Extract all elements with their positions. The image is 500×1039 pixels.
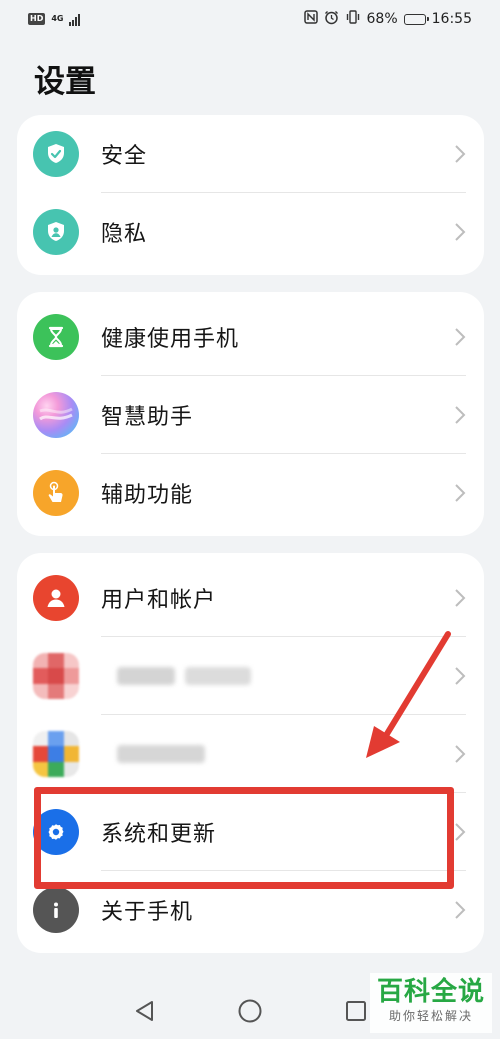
settings-group-features: 健康使用手机 智慧助手 辅助功能	[17, 292, 484, 536]
annotation-arrow-icon	[366, 631, 451, 758]
chevron-right-icon	[455, 901, 466, 919]
blurred-app-icon	[33, 731, 79, 777]
hd-voice-icon: HD	[28, 13, 46, 25]
hourglass-icon	[33, 314, 79, 360]
vibrate-icon	[345, 10, 361, 28]
battery-level-text: 68%	[366, 11, 398, 27]
blurred-app-icon	[33, 653, 79, 699]
settings-item-accessibility[interactable]: 辅助功能	[17, 454, 484, 532]
settings-group-security: 安全 隐私	[17, 115, 484, 275]
settings-item-security[interactable]: 安全	[17, 115, 484, 193]
info-icon	[33, 887, 79, 933]
settings-item-digital-balance[interactable]: 健康使用手机	[17, 298, 484, 376]
battery-icon	[403, 13, 429, 25]
settings-item-users-accounts[interactable]: 用户和帐户	[17, 559, 484, 637]
chevron-right-icon	[455, 328, 466, 346]
recents-icon[interactable]	[345, 1000, 367, 1026]
back-icon[interactable]	[133, 999, 155, 1027]
chevron-right-icon	[455, 823, 466, 841]
home-icon[interactable]	[237, 998, 263, 1028]
settings-item-label: 智慧助手	[101, 405, 194, 430]
shield-check-icon	[33, 131, 79, 177]
watermark-subtitle: 助你轻松解决	[388, 1009, 473, 1023]
nfc-icon	[303, 10, 318, 28]
chevron-right-icon	[455, 589, 466, 607]
settings-item-label: 用户和帐户	[101, 588, 217, 613]
alarm-icon	[324, 10, 339, 29]
settings-item-label: 隐私	[101, 222, 148, 247]
watermark-logo: 百科全说 助你轻松解决	[370, 973, 492, 1033]
settings-item-label: 辅助功能	[101, 483, 194, 508]
network-type-icon: 4G	[51, 14, 64, 23]
chevron-right-icon	[455, 406, 466, 424]
blurred-text	[117, 745, 205, 763]
settings-item-label: 安全	[101, 144, 148, 169]
signal-strength-icon	[69, 13, 81, 26]
settings-item-label: 健康使用手机	[101, 327, 240, 352]
blurred-text	[117, 667, 251, 685]
settings-item-privacy[interactable]: 隐私	[17, 193, 484, 271]
chevron-right-icon	[455, 484, 466, 502]
clock-time: 16:55	[431, 11, 472, 27]
privacy-shield-user-icon	[33, 209, 79, 255]
settings-item-smart-assistant[interactable]: 智慧助手	[17, 376, 484, 454]
page-title: 设置	[34, 64, 96, 100]
touch-hand-icon	[33, 470, 79, 516]
watermark-title: 百科全说	[376, 977, 485, 1007]
settings-item-label: 关于手机	[101, 900, 194, 925]
highlight-annotation-box	[34, 787, 454, 889]
chevron-right-icon	[455, 145, 466, 163]
status-bar: HD 4G 68% 16:55	[0, 0, 500, 38]
smart-assistant-icon	[33, 392, 79, 438]
user-account-icon	[33, 575, 79, 621]
chevron-right-icon	[455, 223, 466, 241]
